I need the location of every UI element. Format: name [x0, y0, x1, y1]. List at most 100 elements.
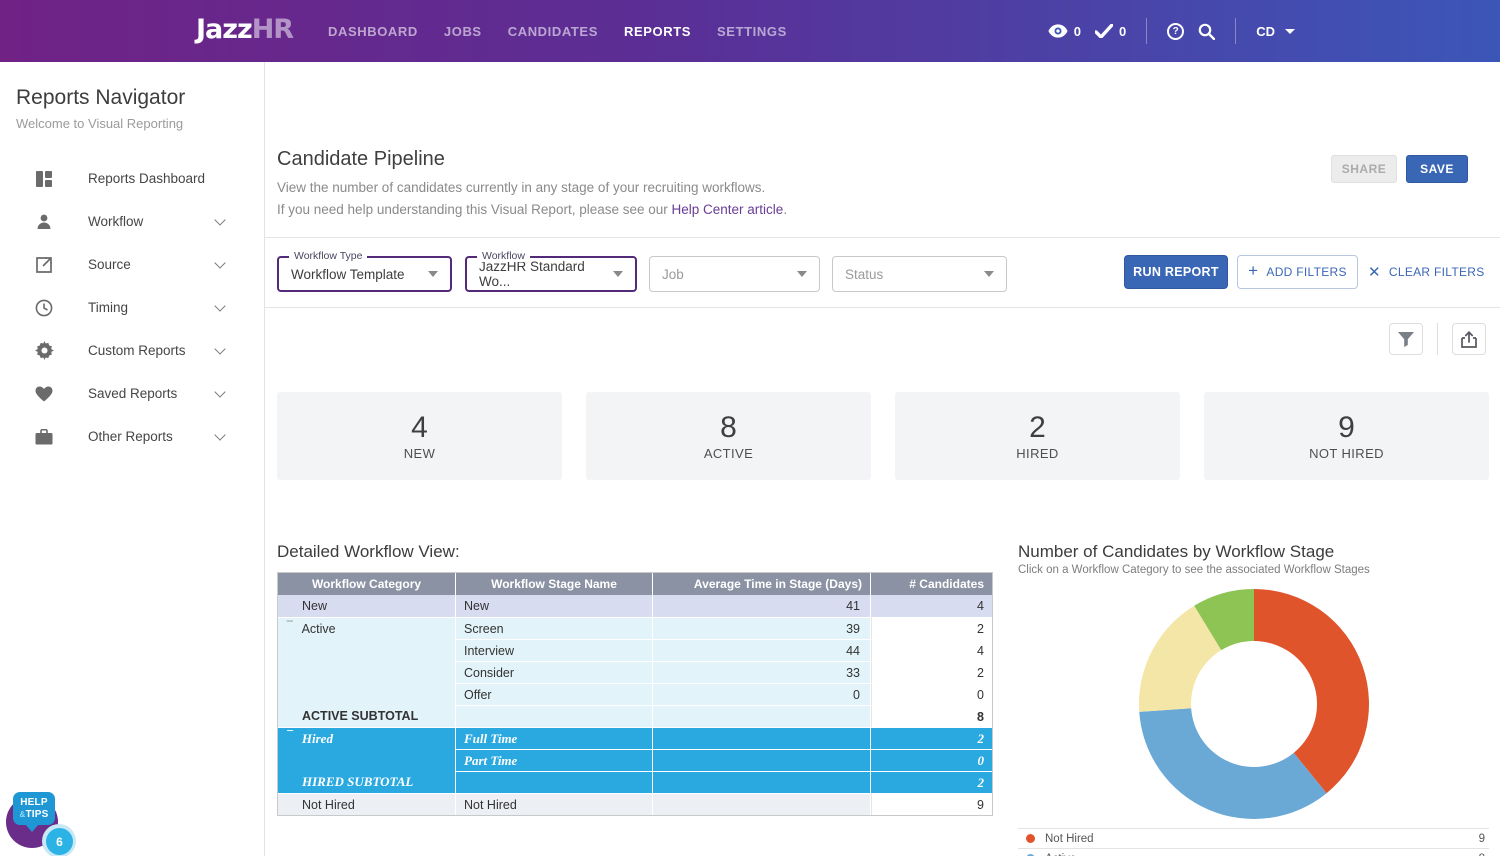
stage-cell: [456, 771, 653, 793]
sidebar-item-reports-dashboard[interactable]: Reports Dashboard: [16, 157, 264, 200]
sidebar-item-saved-reports[interactable]: Saved Reports: [16, 372, 264, 415]
stage-cell: Offer: [456, 683, 653, 705]
avg-time-cell: [653, 705, 871, 727]
share-button[interactable]: SHARE: [1331, 155, 1397, 183]
donut-chart[interactable]: [1018, 586, 1489, 822]
page-description: View the number of candidates currently …: [277, 180, 765, 195]
table-row[interactable]: Part Time0: [278, 749, 992, 771]
help-center-line: If you need help understanding this Visu…: [277, 202, 787, 217]
category-cell: [278, 683, 456, 705]
donut-segment-active[interactable]: [1139, 708, 1326, 819]
workflow-select[interactable]: Workflow JazzHR Standard Wo...: [465, 256, 637, 292]
stat-card-hired: 2HIRED: [895, 392, 1180, 480]
help-center-link[interactable]: Help Center article: [672, 202, 784, 217]
candidates-cell: 2: [871, 617, 992, 639]
table-row[interactable]: −HiredFull Time2: [278, 727, 992, 749]
table-row[interactable]: Consider332: [278, 661, 992, 683]
add-filters-button[interactable]: +ADD FILTERS: [1237, 255, 1358, 289]
donut-segment-not-hired[interactable]: [1254, 589, 1369, 793]
briefcase-icon: [34, 429, 54, 445]
watching-indicator[interactable]: 0: [1048, 24, 1081, 39]
user-menu[interactable]: CD: [1256, 24, 1295, 39]
tasks-indicator[interactable]: 0: [1095, 24, 1126, 39]
avg-time-cell: [653, 727, 871, 749]
category-cell: [278, 661, 456, 683]
plus-icon: +: [1248, 261, 1258, 281]
collapse-icon[interactable]: −: [286, 727, 294, 739]
status-select[interactable]: Status: [832, 256, 1007, 292]
category-cell: −Hired: [278, 727, 456, 749]
collapse-icon[interactable]: −: [286, 617, 294, 629]
chevron-down-icon: [214, 300, 225, 311]
chevron-down-icon: [428, 271, 438, 277]
run-report-button[interactable]: RUN REPORT: [1124, 255, 1228, 289]
candidates-cell: 2: [871, 661, 992, 683]
avg-time-cell: 41: [653, 595, 871, 617]
table-row[interactable]: −ActiveScreen392: [278, 617, 992, 639]
divider: [265, 307, 1500, 308]
avg-time-cell: [653, 793, 871, 815]
jazzhr-logo[interactable]: JazzHR: [196, 14, 293, 45]
stat-value: 8: [720, 411, 737, 444]
candidates-cell: 0: [871, 749, 992, 771]
help-icon[interactable]: ?: [1167, 23, 1184, 40]
eye-icon: [1048, 24, 1068, 38]
stage-cell: Full Time: [456, 727, 653, 749]
table-row[interactable]: HIRED SUBTOTAL2: [278, 771, 992, 793]
table-row[interactable]: Interview444: [278, 639, 992, 661]
sidebar-item-timing[interactable]: Timing: [16, 286, 264, 329]
nav-item-settings[interactable]: SETTINGS: [717, 24, 787, 39]
chart-legend: Not Hired9Active8New4Hired2: [1018, 828, 1489, 856]
candidates-cell: 9: [871, 793, 992, 815]
table-row[interactable]: Offer00: [278, 683, 992, 705]
legend-item-not-hired[interactable]: Not Hired9: [1018, 828, 1489, 848]
sidebar-subtitle: Welcome to Visual Reporting: [16, 116, 264, 131]
sidebar-item-source[interactable]: Source: [16, 243, 264, 286]
divider: [1146, 18, 1147, 44]
stage-cell: Consider: [456, 661, 653, 683]
sidebar-items: Reports DashboardWorkflowSourceTimingCus…: [16, 157, 264, 458]
chevron-down-icon: [214, 257, 225, 268]
candidates-cell: 4: [871, 639, 992, 661]
stat-label: HIRED: [1016, 446, 1058, 461]
search-icon[interactable]: [1198, 23, 1215, 40]
nav-item-candidates[interactable]: CANDIDATES: [508, 24, 598, 39]
stage-cell: Not Hired: [456, 793, 653, 815]
speech-bubble-icon: HELP &TIPS: [13, 792, 55, 825]
sidebar-item-custom-reports[interactable]: Custom Reports: [16, 329, 264, 372]
legend-item-active[interactable]: Active8: [1018, 848, 1489, 856]
stat-label: NEW: [404, 446, 436, 461]
sidebar-item-other-reports[interactable]: Other Reports: [16, 415, 264, 458]
help-tips-button[interactable]: HELP &TIPS 6: [6, 792, 96, 856]
filter-toolbar-button[interactable]: [1389, 323, 1423, 355]
job-select[interactable]: Job: [649, 256, 820, 292]
gear-icon: [34, 341, 54, 360]
stat-card-active: 8ACTIVE: [586, 392, 871, 480]
sidebar-item-workflow[interactable]: Workflow: [16, 200, 264, 243]
chevron-down-icon: [214, 214, 225, 225]
stat-label: NOT HIRED: [1309, 446, 1384, 461]
stat-value: 9: [1338, 411, 1355, 444]
stat-card-not-hired: 9 NOT HIRED: [1204, 392, 1489, 480]
table-row[interactable]: ACTIVE SUBTOTAL8: [278, 705, 992, 727]
user-initials: CD: [1256, 24, 1275, 39]
table-row[interactable]: Not HiredNot Hired 9: [278, 793, 992, 815]
candidates-cell: 0: [871, 683, 992, 705]
avg-time-cell: 0: [653, 683, 871, 705]
reports-navigator-sidebar: Reports Navigator Welcome to Visual Repo…: [0, 62, 265, 856]
nav-item-reports[interactable]: REPORTS: [624, 24, 691, 39]
chevron-down-icon: [1285, 29, 1295, 34]
table-row[interactable]: NewNew414: [278, 595, 992, 617]
nav-item-dashboard[interactable]: DASHBOARD: [328, 24, 418, 39]
export-toolbar-button[interactable]: [1452, 323, 1486, 355]
stage-cell: Screen: [456, 617, 653, 639]
nav-item-jobs[interactable]: JOBS: [444, 24, 482, 39]
stage-cell: Interview: [456, 639, 653, 661]
candidates-cell: 4: [871, 595, 992, 617]
clear-filters-button[interactable]: ✕CLEAR FILTERS: [1368, 255, 1485, 289]
top-navigation-bar: JazzHR DASHBOARD JOBS CANDIDATES REPORTS SET…: [0, 0, 1500, 62]
stage-cell: New: [456, 595, 653, 617]
save-button[interactable]: SAVE: [1406, 155, 1468, 183]
category-cell: Not Hired: [278, 793, 456, 815]
workflow-type-select[interactable]: Workflow Type Workflow Template: [277, 256, 452, 292]
